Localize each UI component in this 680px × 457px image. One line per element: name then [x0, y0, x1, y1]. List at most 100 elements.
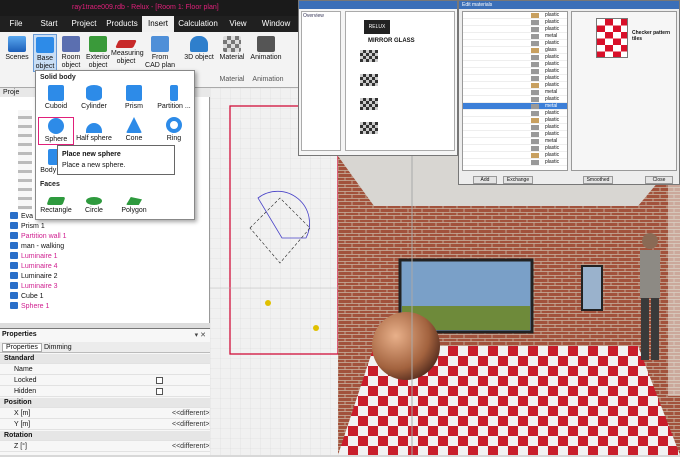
prism-item[interactable]: Prism	[116, 85, 152, 110]
material-type: plastic	[545, 96, 560, 102]
object-icon	[10, 302, 18, 309]
material-row[interactable]: plastic	[463, 26, 567, 33]
material-row[interactable]: metal	[463, 103, 567, 110]
properties-title: Properties	[2, 331, 37, 338]
menu-start[interactable]: Start	[32, 16, 66, 32]
tab-dimming[interactable]: Dimming	[42, 344, 74, 351]
partition-label: Partition ...	[157, 103, 191, 110]
tooltip-title: Place new sphere	[62, 151, 121, 158]
tree-item[interactable]: man - walking	[0, 242, 210, 252]
materials-table[interactable]: plastic plastic plastic metal plastic glass pl…	[462, 11, 568, 171]
raytrace-render-view[interactable]	[338, 156, 680, 455]
property-name: Z [°]	[14, 443, 27, 450]
material-type: plastic	[545, 75, 560, 81]
base-object-button[interactable]: Base object	[33, 34, 57, 72]
property-value[interactable]: <<different>>	[172, 409, 214, 419]
menu-calculation[interactable]: Calculation	[174, 16, 222, 32]
sphere-icon	[48, 118, 64, 134]
cylinder-item[interactable]: Cylinder	[76, 85, 112, 110]
menu-window[interactable]: Window	[254, 16, 298, 32]
material-row[interactable]: metal	[463, 33, 567, 40]
ring-item[interactable]: Ring	[156, 117, 192, 142]
material-row[interactable]: plastic	[463, 159, 567, 166]
material-row[interactable]: plastic	[463, 82, 567, 89]
tree-item-label: Prism 1	[21, 223, 45, 230]
tree-item[interactable]: Luminaire 2	[0, 272, 210, 282]
polygon-item[interactable]: Polygon	[116, 193, 152, 214]
tab-properties[interactable]: Properties	[2, 343, 42, 352]
material-type: plastic	[545, 68, 560, 74]
close-button[interactable]: Close	[645, 176, 673, 184]
property-checkbox[interactable]	[156, 377, 163, 384]
menu-project[interactable]: Project	[66, 16, 102, 32]
circle-item[interactable]: Circle	[76, 193, 112, 214]
material-row[interactable]: plastic	[463, 124, 567, 131]
half-sphere-item[interactable]: Half sphere	[76, 117, 112, 142]
menu-view[interactable]: View	[222, 16, 254, 32]
material-button[interactable]: Material	[218, 34, 246, 62]
material-type: glass	[545, 47, 557, 53]
tree-item[interactable]: Luminaire 3	[0, 282, 210, 292]
material-type: metal	[545, 103, 558, 109]
material-row[interactable]: glass	[463, 47, 567, 54]
add-button[interactable]: Add	[473, 176, 497, 184]
material-row[interactable]: plastic	[463, 96, 567, 103]
material-row[interactable]: plastic	[463, 54, 567, 61]
menu-insert[interactable]: Insert	[142, 16, 174, 32]
menu-file[interactable]: File	[0, 16, 32, 32]
cuboid-item[interactable]: Cuboid	[38, 85, 74, 110]
property-value[interactable]: <<different>>	[172, 442, 214, 452]
exchange-button[interactable]: Exchange	[503, 176, 533, 184]
material-row[interactable]: plastic	[463, 145, 567, 152]
color-swatch	[531, 69, 539, 74]
sphere-item[interactable]: Sphere	[38, 117, 74, 145]
property-checkbox[interactable]	[156, 388, 163, 395]
smoothed-button[interactable]: Smoothed	[583, 176, 613, 184]
material-row[interactable]: plastic	[463, 68, 567, 75]
exterior-object-button[interactable]: Exterior object	[85, 34, 111, 70]
material-row[interactable]: plastic	[463, 19, 567, 26]
tree-item[interactable]: Luminaire 1	[0, 252, 210, 262]
rectangle-item[interactable]: Rectangle	[38, 193, 74, 214]
color-swatch	[531, 13, 539, 18]
partition-item[interactable]: Partition ...	[156, 85, 192, 110]
scenes-button[interactable]: Scenes	[2, 34, 32, 62]
material-list[interactable]: MIRROR GLASS RELUX	[345, 11, 455, 151]
material-row[interactable]: metal	[463, 138, 567, 145]
tree-item[interactable]: Luminaire 4	[0, 262, 210, 272]
material-row[interactable]: plastic	[463, 152, 567, 159]
sphere-label: Sphere	[44, 136, 68, 143]
property-section[interactable]: Rotation	[0, 431, 210, 441]
material-row[interactable]: plastic	[463, 12, 567, 19]
animation-button[interactable]: Animation	[248, 34, 284, 62]
color-swatch	[531, 97, 539, 102]
material-row[interactable]: plastic	[463, 75, 567, 82]
material-row[interactable]: plastic	[463, 61, 567, 68]
object-3d-button[interactable]: 3D object	[183, 34, 215, 62]
material-row[interactable]: metal	[463, 89, 567, 96]
tree-item-label: Cube 1	[21, 293, 44, 300]
tree-item[interactable]: Cube 1	[0, 292, 210, 302]
material-tree[interactable]: Overview	[301, 11, 341, 151]
cone-item[interactable]: Cone	[116, 117, 152, 142]
color-swatch	[531, 41, 539, 46]
menu-products[interactable]: Products	[102, 16, 142, 32]
property-section[interactable]: Position	[0, 398, 210, 408]
material-row[interactable]: plastic	[463, 131, 567, 138]
property-value[interactable]: <<different>>	[172, 420, 214, 430]
property-section[interactable]: Standard	[0, 354, 210, 364]
measuring-object-button[interactable]: Measuring object	[111, 34, 144, 66]
material-icon	[223, 36, 241, 52]
material-tree-label: Overview	[303, 13, 324, 19]
tree-item[interactable]: Sphere 1	[0, 302, 210, 312]
tree-item[interactable]: Partition wall 1	[0, 232, 210, 242]
material-row[interactable]: plastic	[463, 40, 567, 47]
room-object-button[interactable]: Room object	[58, 34, 84, 70]
color-swatch	[531, 34, 539, 39]
tree-item[interactable]: Prism 1	[0, 222, 210, 232]
material-row[interactable]: plastic	[463, 117, 567, 124]
material-row[interactable]: plastic	[463, 110, 567, 117]
close-icon[interactable]: ▾ ✕	[180, 331, 206, 339]
from-cad-button[interactable]: From CAD plan	[145, 34, 175, 70]
prism-icon	[126, 85, 142, 101]
